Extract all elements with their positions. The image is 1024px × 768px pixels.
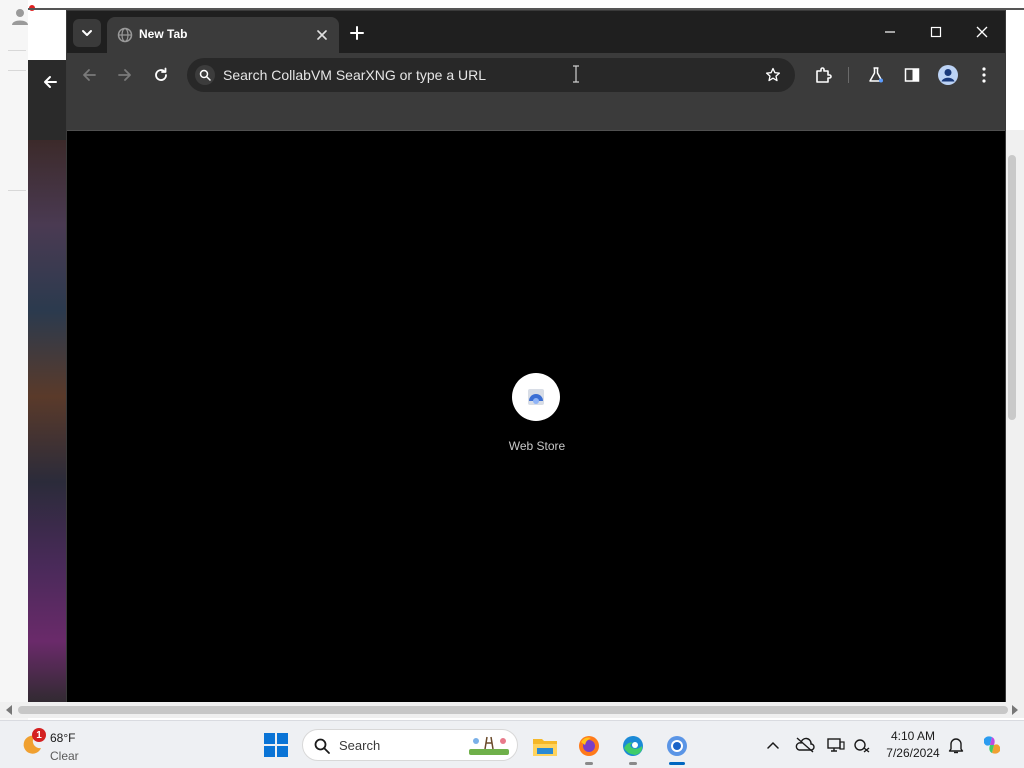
- taskbar-file-explorer[interactable]: [528, 729, 562, 763]
- minimize-button[interactable]: [867, 17, 913, 47]
- new-tab-button[interactable]: [345, 21, 369, 45]
- close-icon: [976, 26, 988, 38]
- weather-alert-badge: 1: [32, 728, 46, 742]
- search-icon: [195, 65, 215, 85]
- back-arrow-icon[interactable]: [40, 72, 60, 92]
- taskbar-search-placeholder: Search: [339, 738, 381, 753]
- chevron-up-icon: [767, 741, 779, 749]
- weather-condition: Clear: [50, 749, 79, 763]
- side-panel-icon: [904, 68, 920, 82]
- extensions-button[interactable]: [809, 61, 837, 89]
- taskbar-search[interactable]: Search: [302, 729, 518, 761]
- globe-icon: [117, 27, 133, 43]
- menu-button[interactable]: [970, 61, 998, 89]
- labs-button[interactable]: [862, 61, 890, 89]
- new-tab-page: Web Store: [67, 132, 1005, 702]
- start-icon[interactable]: [262, 731, 290, 759]
- show-hidden-icons-button[interactable]: [763, 735, 783, 755]
- tab-title: New Tab: [139, 27, 188, 41]
- weather-widget[interactable]: 1 68°F Clear: [14, 725, 134, 765]
- address-bar-placeholder: Search CollabVM SearXNG or type a URL: [223, 67, 486, 83]
- background-sidebar: [0, 0, 28, 720]
- onedrive-offline-icon: [795, 737, 815, 753]
- weather-temperature: 68°F: [50, 731, 76, 745]
- display-icon: [827, 738, 845, 752]
- tab-close-button[interactable]: [313, 26, 331, 44]
- plus-icon: [350, 26, 364, 40]
- chrome-icon: [667, 736, 687, 756]
- search-icon: [314, 738, 330, 754]
- taskbar: 1 68°F Clear Search 4:10 AM 7/26/2024: [0, 720, 1024, 768]
- chevron-down-icon: [82, 30, 92, 36]
- notifications-button[interactable]: [946, 735, 966, 755]
- maximize-button[interactable]: [913, 17, 959, 47]
- tab-new-tab[interactable]: New Tab: [107, 17, 339, 53]
- network-status[interactable]: [852, 735, 872, 755]
- network-icon: [854, 739, 870, 753]
- background-artwork: [28, 140, 68, 710]
- copilot-button[interactable]: [980, 733, 1004, 757]
- reload-button[interactable]: [147, 61, 175, 89]
- text-cursor-icon: [573, 65, 579, 83]
- toolbar: Search CollabVM SearXNG or type a URL: [67, 53, 1005, 95]
- profile-icon[interactable]: [10, 6, 30, 26]
- close-icon: [317, 30, 327, 40]
- toolbar-divider: [848, 67, 849, 83]
- running-indicator: [585, 762, 593, 765]
- forward-arrow-icon: [118, 69, 131, 81]
- search-highlight-icon: [469, 736, 509, 755]
- profile-button[interactable]: [934, 61, 962, 89]
- maximize-icon: [930, 26, 942, 38]
- reload-icon: [155, 67, 167, 81]
- forward-button[interactable]: [111, 61, 139, 89]
- copilot-icon: [984, 736, 1000, 754]
- shortcut-icon-container: [512, 373, 560, 421]
- flask-icon: [869, 67, 883, 83]
- clock-time: 4:10 AM: [890, 729, 936, 743]
- back-arrow-icon: [83, 69, 96, 81]
- side-panel-button[interactable]: [898, 61, 926, 89]
- display-status[interactable]: [826, 735, 846, 755]
- edge-icon: [623, 736, 643, 756]
- bookmark-star-button[interactable]: [763, 65, 783, 85]
- onedrive-status[interactable]: [795, 735, 815, 755]
- file-explorer-icon: [533, 739, 557, 756]
- horizontal-scrollbar[interactable]: [0, 702, 1024, 718]
- back-button[interactable]: [75, 61, 103, 89]
- system-clock[interactable]: 4:10 AM 7/26/2024: [878, 729, 948, 760]
- firefox-icon: [579, 736, 599, 756]
- web-store-icon: [528, 389, 544, 405]
- notification-bell-icon: [948, 738, 964, 754]
- shortcut-label: Web Store: [508, 439, 566, 453]
- avatar-icon: [938, 65, 958, 85]
- horizontal-scrollbar-thumb[interactable]: [18, 706, 1008, 714]
- active-indicator: [669, 762, 685, 765]
- minimize-icon: [885, 31, 895, 33]
- more-vertical-icon: [982, 67, 986, 83]
- running-indicator: [629, 762, 637, 765]
- scroll-right-icon[interactable]: [1012, 705, 1018, 715]
- taskbar-firefox[interactable]: [572, 729, 606, 765]
- address-bar[interactable]: Search CollabVM SearXNG or type a URL: [187, 58, 795, 92]
- taskbar-edge[interactable]: [616, 729, 650, 765]
- scroll-left-icon[interactable]: [6, 705, 12, 715]
- shortcut-web-store[interactable]: Web Store: [487, 373, 587, 463]
- title-bar: New Tab: [67, 11, 1005, 53]
- bookmark-bar: [67, 95, 1005, 131]
- clock-date: 7/26/2024: [886, 746, 940, 760]
- taskbar-chrome[interactable]: [660, 729, 694, 765]
- vertical-scrollbar-thumb[interactable]: [1008, 155, 1016, 420]
- tab-search-button[interactable]: [73, 19, 101, 47]
- star-icon: [765, 67, 781, 82]
- chrome-window: New Tab Search CollabVM SearXNG or type …: [66, 10, 1006, 702]
- close-window-button[interactable]: [959, 17, 1005, 47]
- puzzle-icon: [816, 67, 832, 83]
